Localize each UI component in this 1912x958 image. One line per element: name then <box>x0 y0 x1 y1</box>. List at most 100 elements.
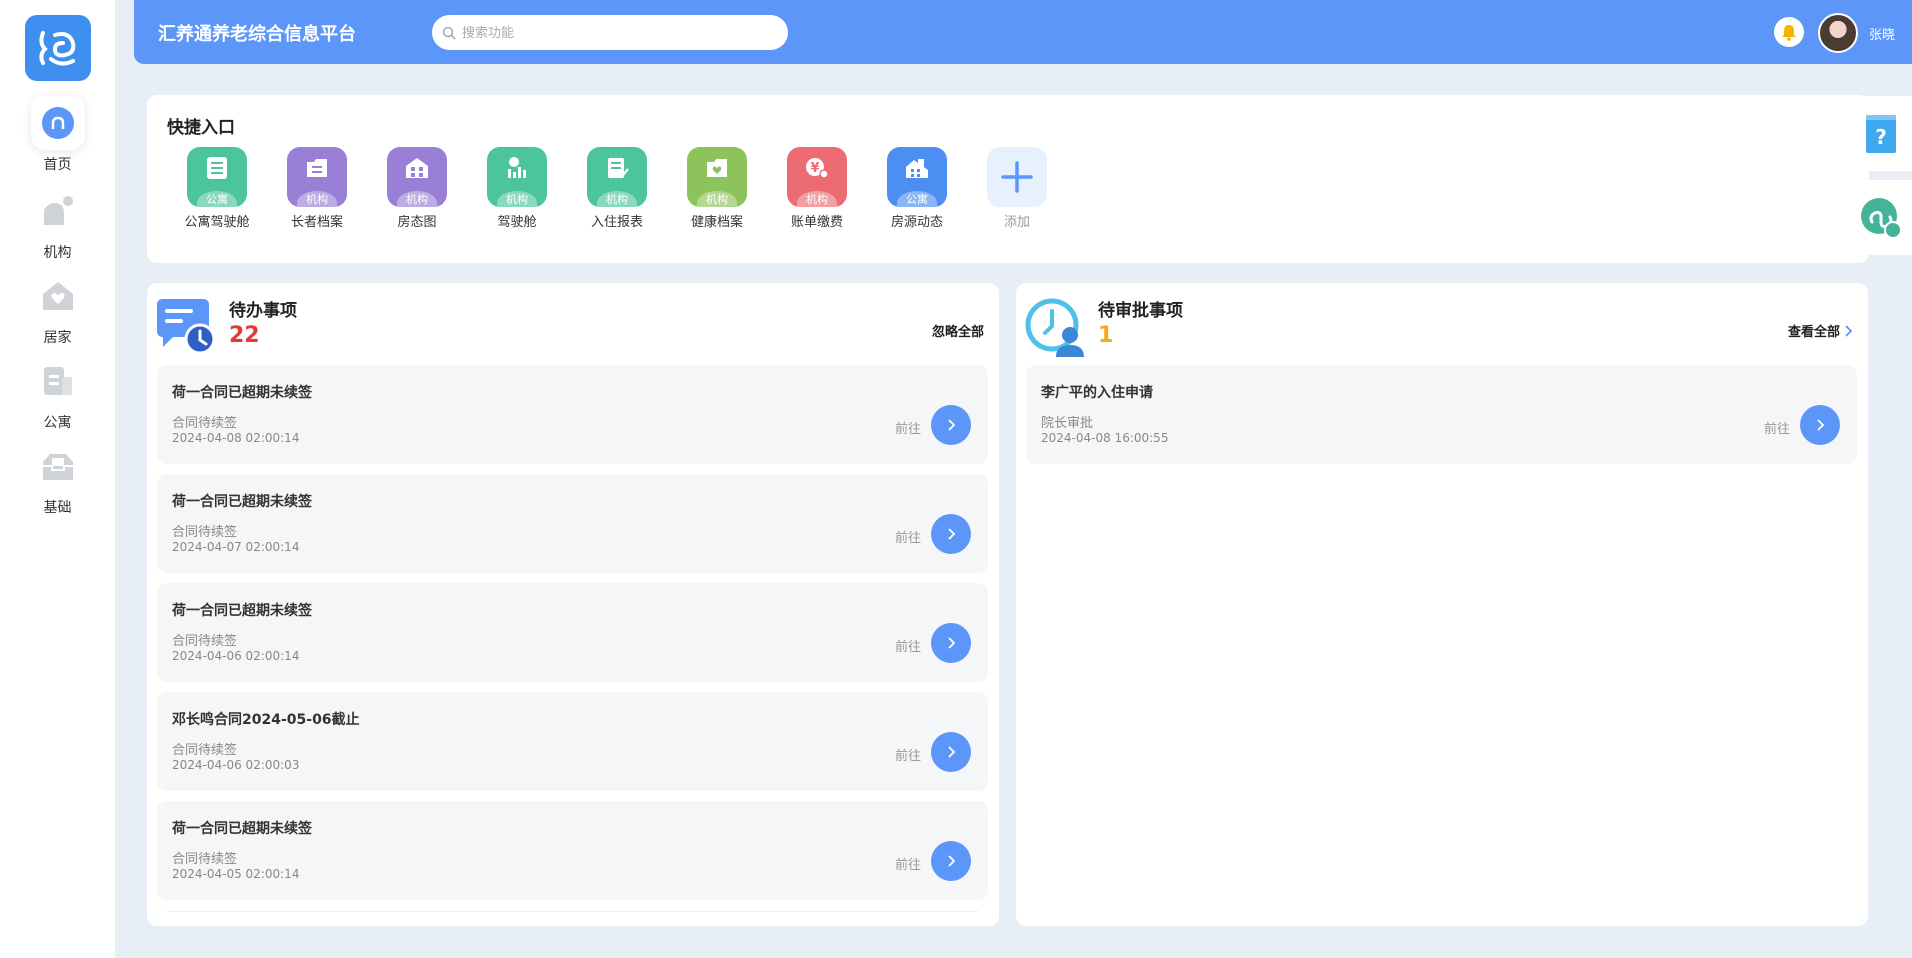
archive-icon: 机构 <box>287 147 347 207</box>
apartment-icon <box>31 354 85 408</box>
quick-item-label: 长者档案 <box>290 215 343 230</box>
dashboard-icon: 机构 <box>487 147 547 207</box>
top-header: 汇养通养老综合信息平台 张晓 <box>134 0 1912 64</box>
sidebar-item-label: 机构 <box>43 245 72 261</box>
quick-item-tag: 公寓 <box>197 191 237 207</box>
todo-item-subtitle: 合同待续签 <box>172 852 238 867</box>
quick-item-checkin-report[interactable]: 机构 入住报表 <box>567 147 667 230</box>
chevron-right-icon <box>948 746 956 758</box>
go-label: 前往 <box>895 531 922 546</box>
go-button[interactable] <box>931 732 971 772</box>
go-button[interactable] <box>931 623 971 663</box>
avatar[interactable] <box>1818 13 1858 53</box>
notification-button[interactable] <box>1774 17 1804 47</box>
todo-item[interactable]: 邓长鸣合同2024-05-06截止 合同待续签 2024-04-06 02:00… <box>157 692 988 791</box>
quick-item-apartment-cockpit[interactable]: 公寓 公寓驾驶舱 <box>167 147 267 230</box>
todo-count: 22 <box>229 323 260 348</box>
cockpit-icon: 公寓 <box>187 147 247 207</box>
view-all-label: 查看全部 <box>1788 325 1841 340</box>
todo-item-title: 荷一合同已超期未续签 <box>172 385 312 401</box>
app-title: 汇养通养老综合信息平台 <box>158 24 356 45</box>
report-icon: 机构 <box>587 147 647 207</box>
todo-item-title: 荷一合同已超期未续签 <box>172 603 312 619</box>
housing-icon: 公寓 <box>887 147 947 207</box>
approval-item[interactable]: 李广平的入住申请 院长审批 2024-04-08 16:00:55 前往 <box>1026 365 1857 464</box>
miniprogram-button[interactable] <box>1850 180 1912 255</box>
todo-item[interactable]: 荷一合同已超期未续签 合同待续签 2024-04-07 02:00:14 前往 <box>157 474 988 573</box>
sidebar-item-home[interactable]: 首页 <box>0 96 115 174</box>
quick-item-tag: 机构 <box>797 191 837 207</box>
todo-item[interactable]: 荷一合同已超期未续签 合同待续签 2024-04-08 02:00:14 前往 <box>157 365 988 464</box>
quick-item-label: 账单缴费 <box>790 215 843 230</box>
quick-item-health-record[interactable]: 机构 健康档案 <box>667 147 767 230</box>
todo-item-title: 邓长鸣合同2024-05-06截止 <box>172 712 360 728</box>
health-record-icon: 机构 <box>687 147 747 207</box>
todo-item-subtitle: 合同待续签 <box>172 525 238 540</box>
chevron-right-icon <box>948 419 956 431</box>
quick-access-card: 快捷入口 公寓 公寓驾驶舱 机构 长者档案 机构 房态图 机构 驾驶舱 机构 入… <box>147 95 1869 263</box>
go-button[interactable] <box>931 405 971 445</box>
todo-item-date: 2024-04-05 02:00:14 <box>172 867 300 881</box>
help-book-icon: ? <box>1866 114 1896 153</box>
username[interactable]: 张晓 <box>1869 24 1895 43</box>
todo-item[interactable]: 荷一合同已超期未续签 合同待续签 2024-04-06 02:00:14 前往 <box>157 583 988 682</box>
go-button[interactable] <box>1800 405 1840 445</box>
sidebar-item-institution[interactable]: 机构 <box>0 184 115 262</box>
todo-item-date: 2024-04-06 02:00:03 <box>172 758 300 772</box>
quick-item-label: 健康档案 <box>690 215 743 230</box>
quick-access-title: 快捷入口 <box>167 118 235 138</box>
chevron-right-icon <box>948 528 956 540</box>
go-button[interactable] <box>931 514 971 554</box>
sidebar: 首页 机构 居家 公寓 基础 <box>0 0 115 958</box>
todo-title: 待办事项 <box>229 301 297 321</box>
go-label: 前往 <box>895 858 922 873</box>
logo-icon <box>39 31 76 66</box>
search-input[interactable] <box>462 25 762 40</box>
bell-icon <box>1782 25 1796 41</box>
sidebar-item-label: 公寓 <box>43 415 72 431</box>
chevron-right-icon <box>948 855 956 867</box>
approval-panel: 待审批事项 1 查看全部 李广平的入住申请 院长审批 2024-04-08 16… <box>1016 283 1868 926</box>
todo-item-title: 荷一合同已超期未续签 <box>172 494 312 510</box>
basics-icon <box>31 439 85 493</box>
sidebar-item-label: 居家 <box>43 330 72 346</box>
sidebar-item-apartment[interactable]: 公寓 <box>0 354 115 432</box>
list-divider <box>167 911 978 912</box>
quick-item-room-status[interactable]: 机构 房态图 <box>367 147 467 230</box>
quick-item-housing-dynamics[interactable]: 公寓 房源动态 <box>867 147 967 230</box>
todo-item-date: 2024-04-07 02:00:14 <box>172 540 300 554</box>
chevron-right-icon <box>1845 324 1853 337</box>
approval-item-subtitle: 院长审批 <box>1041 416 1094 431</box>
quick-item-elder-archive[interactable]: 机构 长者档案 <box>267 147 367 230</box>
quick-item-label: 房态图 <box>397 215 437 230</box>
quick-item-label: 房源动态 <box>890 215 943 230</box>
miniprogram-icon <box>1861 197 1902 239</box>
plus-icon <box>987 147 1047 207</box>
todo-item[interactable]: 荷一合同已超期未续签 合同待续签 2024-04-05 02:00:14 前往 <box>157 801 988 900</box>
search-box[interactable] <box>432 15 788 50</box>
quick-item-tag: 机构 <box>297 191 337 207</box>
view-all-button[interactable]: 查看全部 <box>1788 321 1853 340</box>
sidebar-item-homecare[interactable]: 居家 <box>0 269 115 347</box>
go-button[interactable] <box>931 841 971 881</box>
quick-item-label: 公寓驾驶舱 <box>184 215 250 230</box>
quick-item-billing[interactable]: ¥ 机构 账单缴费 <box>767 147 867 230</box>
todo-list-icon <box>155 297 217 355</box>
todo-item-subtitle: 合同待续签 <box>172 743 238 758</box>
chevron-right-icon <box>1817 419 1825 431</box>
room-status-icon: 机构 <box>387 147 447 207</box>
quick-item-add[interactable]: 添加 <box>967 147 1067 230</box>
quick-item-tag: 机构 <box>397 191 437 207</box>
billing-icon: ¥ 机构 <box>787 147 847 207</box>
quick-item-tag: 公寓 <box>897 191 937 207</box>
sidebar-item-basics[interactable]: 基础 <box>0 439 115 517</box>
svg-text:¥: ¥ <box>810 161 819 176</box>
help-manual-button[interactable]: ? <box>1850 96 1912 171</box>
ignore-all-button[interactable]: 忽略全部 <box>932 321 984 340</box>
house-heart-icon <box>31 269 85 323</box>
quick-item-label: 入住报表 <box>590 215 643 230</box>
todo-item-subtitle: 合同待续签 <box>172 634 238 649</box>
approval-count: 1 <box>1098 323 1114 348</box>
quick-item-dashboard[interactable]: 机构 驾驶舱 <box>467 147 567 230</box>
home-icon <box>30 96 85 150</box>
